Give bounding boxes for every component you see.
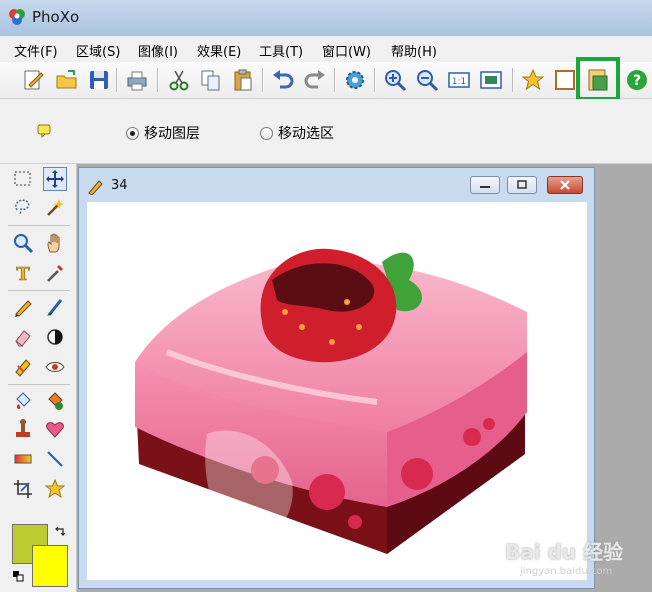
- stamp-icon[interactable]: [12, 418, 34, 440]
- toolbar-separator: [512, 68, 513, 92]
- toolbar-separator: [334, 68, 335, 92]
- cake-image: [135, 248, 527, 554]
- hand-tool-icon[interactable]: [44, 232, 66, 254]
- menu-tools[interactable]: 工具(T): [259, 41, 303, 60]
- menu-window[interactable]: 窗口(W): [322, 41, 371, 60]
- move-layer-label: 移动图层: [144, 126, 200, 142]
- zoom-out-icon[interactable]: [414, 67, 440, 93]
- actual-size-icon[interactable]: 1:1: [446, 67, 472, 93]
- fit-window-icon[interactable]: [478, 67, 504, 93]
- line-tool-icon[interactable]: [44, 448, 66, 470]
- crop-icon[interactable]: [12, 478, 34, 500]
- radio-unselected-icon: [260, 126, 273, 140]
- settings-gear-icon[interactable]: [342, 67, 368, 93]
- radio-selected-icon: [126, 126, 139, 140]
- magic-wand-icon[interactable]: [44, 196, 66, 218]
- redo-icon[interactable]: [302, 67, 328, 93]
- undo-icon[interactable]: [270, 67, 296, 93]
- close-button[interactable]: [547, 176, 583, 194]
- svg-text:T: T: [16, 264, 30, 284]
- contrast-icon[interactable]: [44, 326, 66, 348]
- swap-colors-icon[interactable]: [54, 526, 66, 538]
- menu-image[interactable]: 图像(I): [138, 41, 178, 60]
- minimize-icon: [480, 186, 490, 188]
- phoxo-logo-icon: [9, 9, 25, 25]
- help-icon[interactable]: ?: [624, 67, 650, 93]
- lasso-icon[interactable]: [12, 196, 34, 218]
- move-selection-radio[interactable]: 移动选区: [260, 123, 334, 143]
- menu-bar: 文件(F) 区域(S) 图像(I) 效果(E) 工具(T) 窗口(W) 帮助(H…: [0, 36, 652, 63]
- toolbox-separator: [8, 290, 70, 291]
- open-folder-icon[interactable]: [54, 67, 80, 93]
- sticker-star-icon[interactable]: [44, 478, 66, 500]
- rect-select-icon[interactable]: [12, 168, 34, 190]
- menu-effects[interactable]: 效果(E): [197, 41, 241, 60]
- highlight-box: [576, 57, 620, 101]
- paste-icon[interactable]: [230, 67, 256, 93]
- maximize-button[interactable]: [507, 176, 537, 194]
- red-eye-icon[interactable]: [44, 356, 66, 378]
- close-icon: [560, 180, 570, 190]
- print-icon[interactable]: [124, 67, 150, 93]
- document-title: 34: [111, 178, 128, 193]
- app-title: PhoXo: [32, 8, 80, 26]
- new-icon[interactable]: [20, 67, 46, 93]
- clone-stamp-icon[interactable]: [12, 356, 34, 378]
- main-toolbar: 1:1 ?: [0, 62, 652, 99]
- eraser-icon[interactable]: [12, 326, 34, 348]
- copy-icon[interactable]: [198, 67, 224, 93]
- toolbar-separator: [157, 68, 158, 92]
- move-layer-radio[interactable]: 移动图层: [126, 123, 200, 143]
- move-selection-label: 移动选区: [278, 126, 334, 142]
- pencil-doc-icon: [88, 180, 103, 195]
- menu-help[interactable]: 帮助(H): [391, 41, 437, 60]
- tool-options-bar: 移动图层 移动选区: [0, 99, 652, 164]
- color-replace-icon[interactable]: [44, 390, 66, 412]
- save-icon[interactable]: [86, 67, 112, 93]
- cut-icon[interactable]: [166, 67, 192, 93]
- zoom-in-icon[interactable]: [382, 67, 408, 93]
- title-bar: PhoXo: [0, 0, 652, 36]
- toolbox-separator: [8, 384, 70, 385]
- reset-colors-icon[interactable]: [12, 570, 24, 582]
- toolbox-separator: [8, 225, 70, 226]
- minimize-button[interactable]: [470, 176, 500, 194]
- restore-icon: [517, 180, 527, 189]
- background-color-swatch[interactable]: [32, 545, 68, 587]
- gradient-icon[interactable]: [12, 448, 34, 470]
- menu-file[interactable]: 文件(F): [14, 41, 58, 60]
- menu-region[interactable]: 区域(S): [76, 41, 120, 60]
- move-tool-icon[interactable]: [43, 167, 67, 191]
- zoom-tool-icon[interactable]: [12, 232, 34, 254]
- toolbar-separator: [116, 68, 117, 92]
- eyedropper-icon[interactable]: [44, 262, 66, 284]
- star-favorite-icon[interactable]: [520, 67, 546, 93]
- svg-text:1:1: 1:1: [452, 77, 466, 87]
- tooltip-icon: [37, 124, 51, 139]
- document-window: 34: [78, 167, 595, 589]
- brush-icon[interactable]: [44, 296, 66, 318]
- text-tool-icon[interactable]: T: [12, 262, 34, 284]
- heal-icon[interactable]: [44, 418, 66, 440]
- pencil-icon[interactable]: [12, 296, 34, 318]
- frame-icon[interactable]: [552, 67, 578, 93]
- toolbar-separator: [262, 68, 263, 92]
- baidu-watermark: Bai du 经验: [505, 540, 624, 564]
- svg-text:?: ?: [633, 73, 641, 89]
- toolbar-separator: [374, 68, 375, 92]
- image-canvas[interactable]: [87, 202, 587, 580]
- fill-bucket-icon[interactable]: [12, 390, 34, 412]
- baidu-watermark-url: jingyan.baidu.com: [520, 566, 613, 577]
